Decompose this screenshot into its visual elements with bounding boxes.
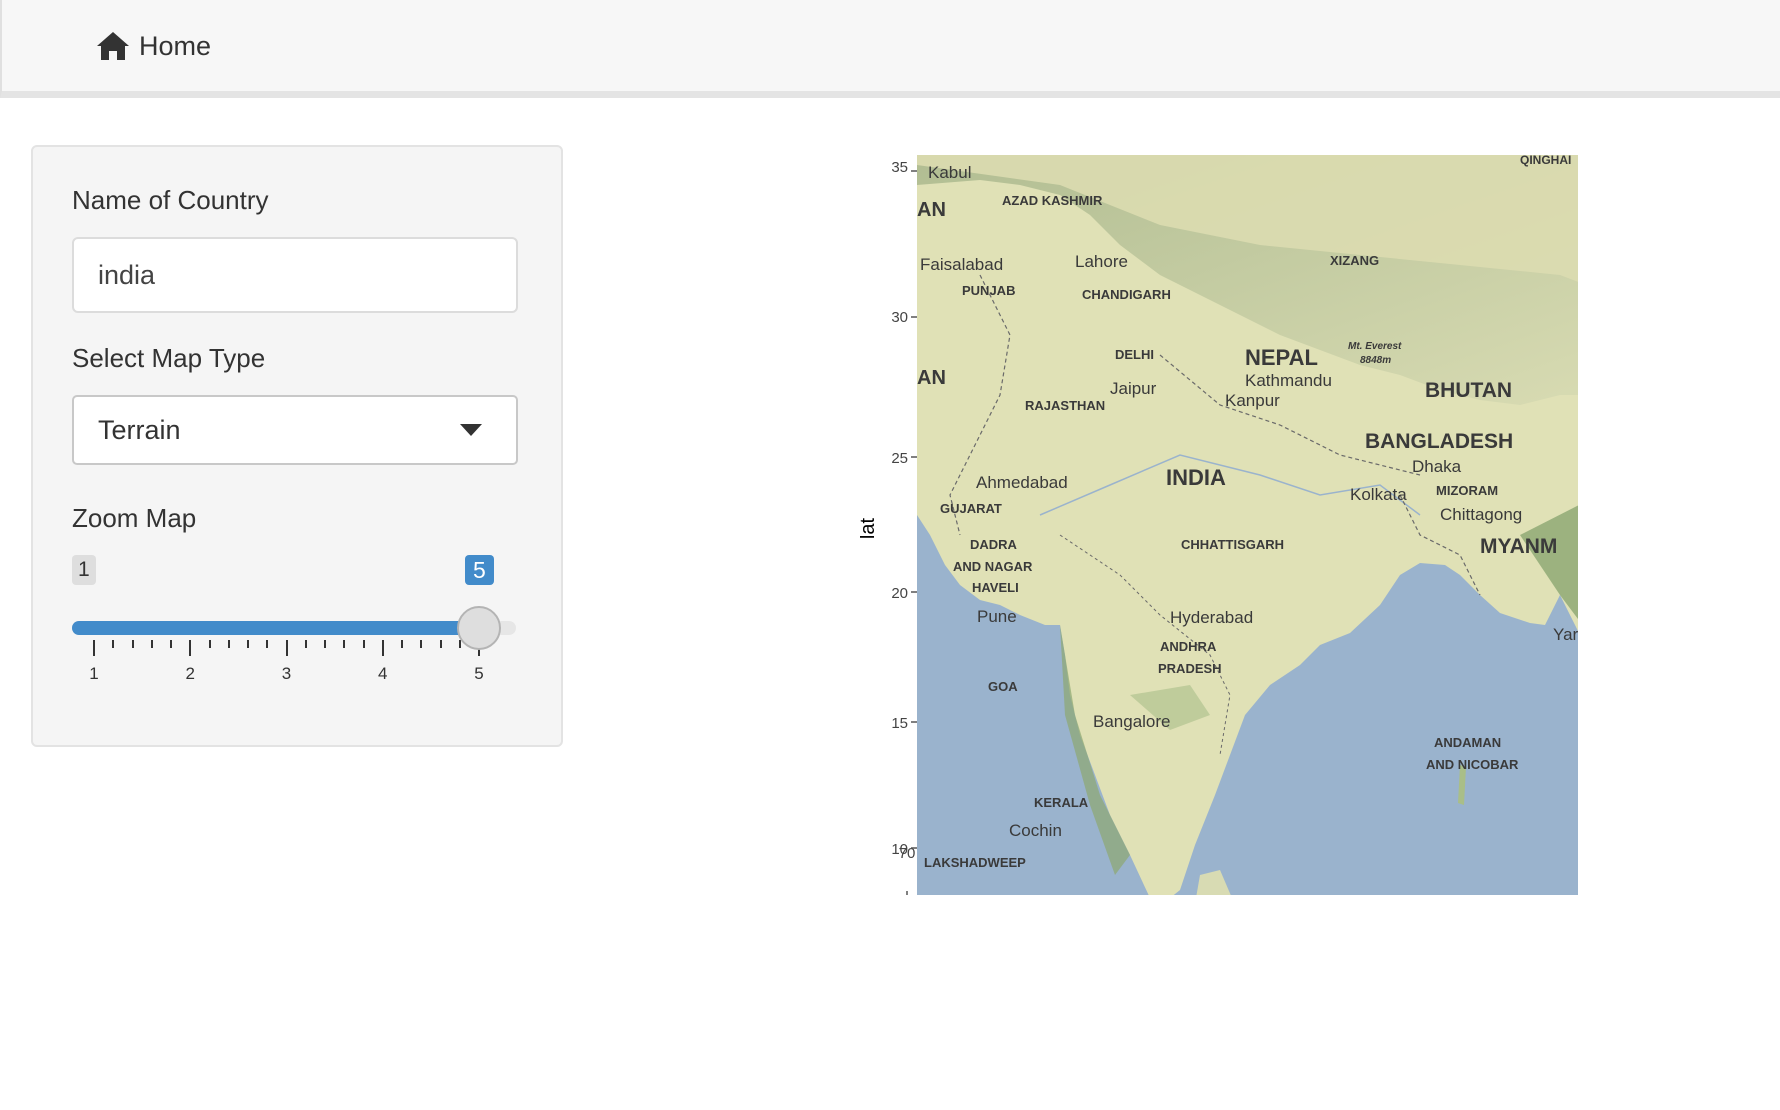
map-label: DELHI [1115, 347, 1154, 362]
map-label: Hyderabad [1170, 608, 1254, 627]
home-icon [97, 32, 129, 60]
nav-home-label: Home [139, 30, 212, 61]
map-label: 8848m [1360, 355, 1392, 366]
map-label: PRADESH [1158, 661, 1222, 676]
sidebar-panel: Name of Country Select Map Type Terrain … [31, 145, 563, 747]
map-label: AN [917, 199, 946, 221]
map-label: ANDHRA [1160, 639, 1217, 654]
map-label: AZAD KASHMIR [1002, 193, 1103, 208]
map-label: QINGHAI [1520, 155, 1572, 167]
maptype-selected-value: Terrain [98, 415, 181, 445]
map-label: MIZORAM [1436, 483, 1499, 498]
map-label: Jaipur [1110, 379, 1157, 398]
map-label: XIZANG [1330, 253, 1380, 268]
map-label: Kolkata [1350, 485, 1407, 504]
map-label: BHUTAN [1425, 379, 1513, 402]
slider-major-tick [381, 640, 384, 656]
map-plot: lat lon 35 30 25 20 15 10 70 80 90 [860, 155, 1578, 895]
slider-minor-tick [324, 640, 326, 648]
map-label: BANGLADESH [1365, 430, 1514, 453]
slider-tick-label: 1 [89, 664, 99, 683]
map-label: Pune [977, 607, 1017, 626]
map-label: CHHATTISGARH [1181, 537, 1285, 552]
map-label: AND NAGAR [953, 559, 1033, 574]
map-label: RAJASTHAN [1025, 398, 1106, 413]
slider-minor-tick [304, 640, 307, 648]
map-label: CHANDIGARH [1082, 287, 1171, 302]
slider-minor-tick [266, 640, 269, 648]
map-label: DADRA [970, 537, 1017, 552]
nav-home-link[interactable]: Home [96, 28, 211, 64]
map-label: Ahmedabad [976, 473, 1068, 492]
slider-minor-tick [208, 640, 211, 648]
map-label: Kathmandu [1245, 371, 1332, 390]
slider-tick-label: 4 [378, 664, 388, 683]
map-label: AND NICOBAR [1426, 757, 1519, 772]
slider-tick-label: 2 [185, 664, 195, 683]
maptype-label: Select Map Type [72, 343, 266, 373]
slider-minor-tick [227, 640, 230, 648]
chevron-down-icon [460, 424, 482, 436]
slider-minor-tick [247, 640, 249, 648]
map-label: Dhaka [1412, 457, 1462, 476]
slider-tick-label: 3 [281, 664, 292, 683]
navbar: Home [0, 0, 1780, 98]
map-label: LAKSHADWEEP [924, 855, 1026, 870]
map-label: INDIA [1166, 465, 1226, 490]
slider-minor-tick [170, 640, 172, 648]
map-label: Lahore [1075, 252, 1128, 271]
zoom-label: Zoom Map [72, 503, 197, 533]
map-label: Bangalore [1093, 712, 1171, 731]
map-label: AN [917, 367, 946, 389]
country-label: Name of Country [72, 185, 269, 215]
slider-minor-tick [420, 640, 423, 648]
map-label: MYANM [1480, 535, 1558, 558]
slider-handle[interactable] [457, 606, 501, 650]
slider-major-tick [285, 640, 288, 656]
map-label: NEPAL [1245, 345, 1318, 370]
slider-minor-tick [401, 640, 403, 648]
map-label: Kabul [928, 163, 972, 182]
slider-minor-tick [343, 640, 346, 648]
map-label: HAVELI [972, 580, 1019, 595]
slider-minor-tick [362, 640, 365, 648]
slider-minor-tick [150, 640, 153, 648]
slider-major-tick [93, 640, 95, 656]
map-label: PUNJAB [962, 283, 1016, 298]
maptype-select[interactable]: Terrain [72, 395, 518, 465]
map-label: Chittagong [1440, 505, 1523, 524]
slider-fill [72, 621, 483, 635]
slider-major-tick [189, 640, 192, 656]
map-label: Yar [1553, 625, 1578, 644]
slider-minor-tick [439, 640, 442, 648]
map-label: Cochin [1009, 821, 1062, 840]
map-label: Faisalabad [920, 255, 1004, 274]
country-input[interactable] [72, 237, 518, 313]
map-label: GUJARAT [940, 501, 1002, 516]
slider-value-badge: 5 [465, 555, 494, 585]
map-label: KERALA [1034, 795, 1089, 810]
map-labels: Kabul AN AZAD KASHMIR Faisalabad Lahore … [860, 155, 1578, 895]
zoom-slider[interactable]: 1 5 1 2 3 4 5 [72, 555, 522, 683]
slider-minor-tick [131, 640, 134, 648]
map-label: Mt. Everest [1348, 341, 1402, 352]
slider-min-badge: 1 [72, 555, 96, 585]
map-label: GOA [988, 679, 1018, 694]
map-label: Kanpur [1225, 391, 1280, 410]
map-label: ANDAMAN [1434, 735, 1502, 750]
slider-minor-tick [112, 640, 115, 648]
slider-tick-label: 5 [474, 664, 484, 683]
